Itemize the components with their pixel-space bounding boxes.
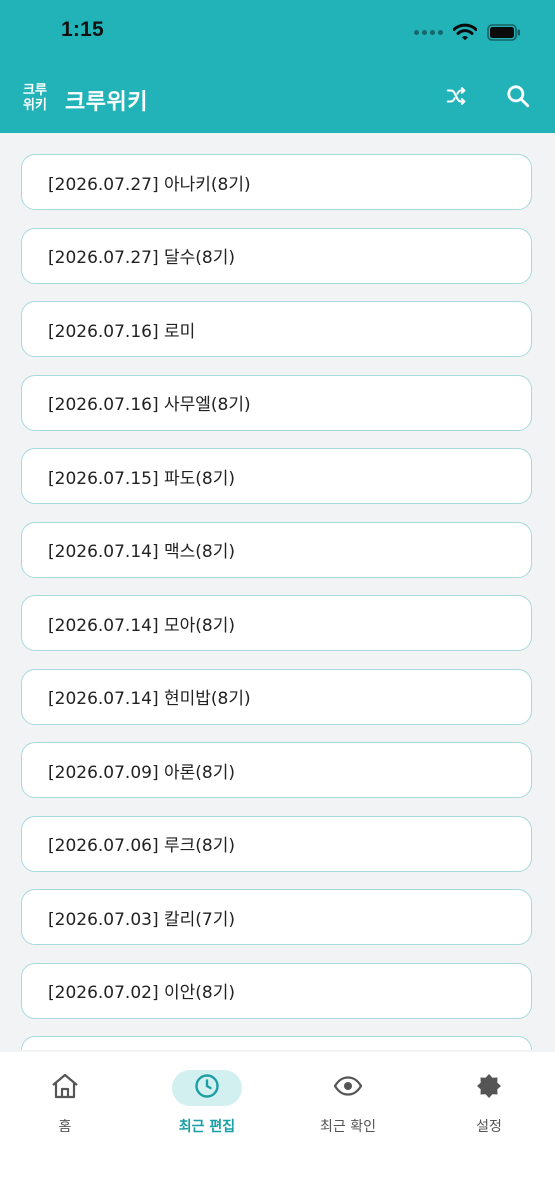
random-document-button[interactable] [438, 80, 474, 116]
recent-edit-item[interactable]: [2026.07.16] 로미 [21, 301, 532, 357]
nav-settings-icon-container [454, 1070, 524, 1106]
recent-edit-item[interactable]: [2026.07.27] 달수(8기) [21, 227, 532, 284]
status-time: 1:15 [61, 18, 104, 41]
status-icons [414, 20, 521, 44]
recent-edit-item[interactable] [21, 1036, 532, 1050]
nav-home[interactable]: 홈 [5, 1070, 125, 1150]
shuffle-icon [445, 85, 467, 111]
nav-settings[interactable]: 설정 [429, 1070, 549, 1150]
recent-edit-item[interactable]: [2026.07.27] 아나키(8기) [21, 154, 532, 210]
nav-settings-label: 설정 [476, 1119, 502, 1135]
recent-edits-list[interactable]: [2026.07.27] 아나키(8기) [2026.07.27] 달수(8기) [… [21, 154, 534, 1050]
logo-line-1: 크루 [23, 83, 47, 98]
nav-recent-views-label: 최근 확인 [320, 1119, 376, 1135]
recent-edit-item[interactable]: [2026.07.09] 아론(8기) [21, 742, 532, 798]
nav-home-icon-container [30, 1070, 100, 1106]
recent-edit-item[interactable]: [2026.07.06] 루크(8기) [21, 815, 532, 872]
signal-icon [414, 29, 443, 35]
nav-recent-edits[interactable]: 최근 편집 [147, 1070, 267, 1150]
battery-icon [487, 23, 521, 41]
recent-edit-item[interactable]: [2026.07.14] 맥스(8기) [21, 521, 532, 578]
recent-edit-item[interactable]: [2026.07.16] 사무엘(8기) [21, 374, 532, 431]
settings-icon [475, 1072, 503, 1104]
nav-recent-edits-label: 최근 편집 [178, 1119, 236, 1135]
nav-home-label: 홈 [58, 1119, 72, 1135]
recent-edit-item[interactable]: [2026.07.03] 칼리(7기) [21, 889, 532, 945]
app-header: 1:15 크루 위키 크루위키 [0, 0, 555, 133]
nav-recent-views-icon-container [313, 1070, 383, 1106]
nav-recent-views[interactable]: 최근 확인 [288, 1070, 408, 1150]
recent-edit-item[interactable]: [2026.07.14] 모아(8기) [21, 595, 532, 651]
search-button[interactable] [500, 80, 536, 116]
recent-edit-item[interactable]: [2026.07.15] 파도(8기) [21, 448, 532, 504]
search-icon [505, 83, 531, 113]
recent-edit-item[interactable]: [2026.07.14] 현미밥(8기) [21, 668, 532, 725]
logo-line-2: 위키 [23, 98, 47, 113]
home-icon [50, 1072, 80, 1104]
wifi-icon [453, 23, 477, 41]
bottom-navigation: 홈 최근 편집 최근 확인 설정 [0, 1052, 555, 1200]
nav-recent-edits-icon-container [172, 1070, 242, 1106]
app-title: 크루위키 [65, 90, 148, 115]
eye-icon [333, 1075, 363, 1101]
app-logo[interactable]: 크루 위키 [20, 81, 50, 115]
recent-edit-item[interactable]: [2026.07.02] 이안(8기) [21, 962, 532, 1019]
clock-icon [194, 1073, 220, 1103]
